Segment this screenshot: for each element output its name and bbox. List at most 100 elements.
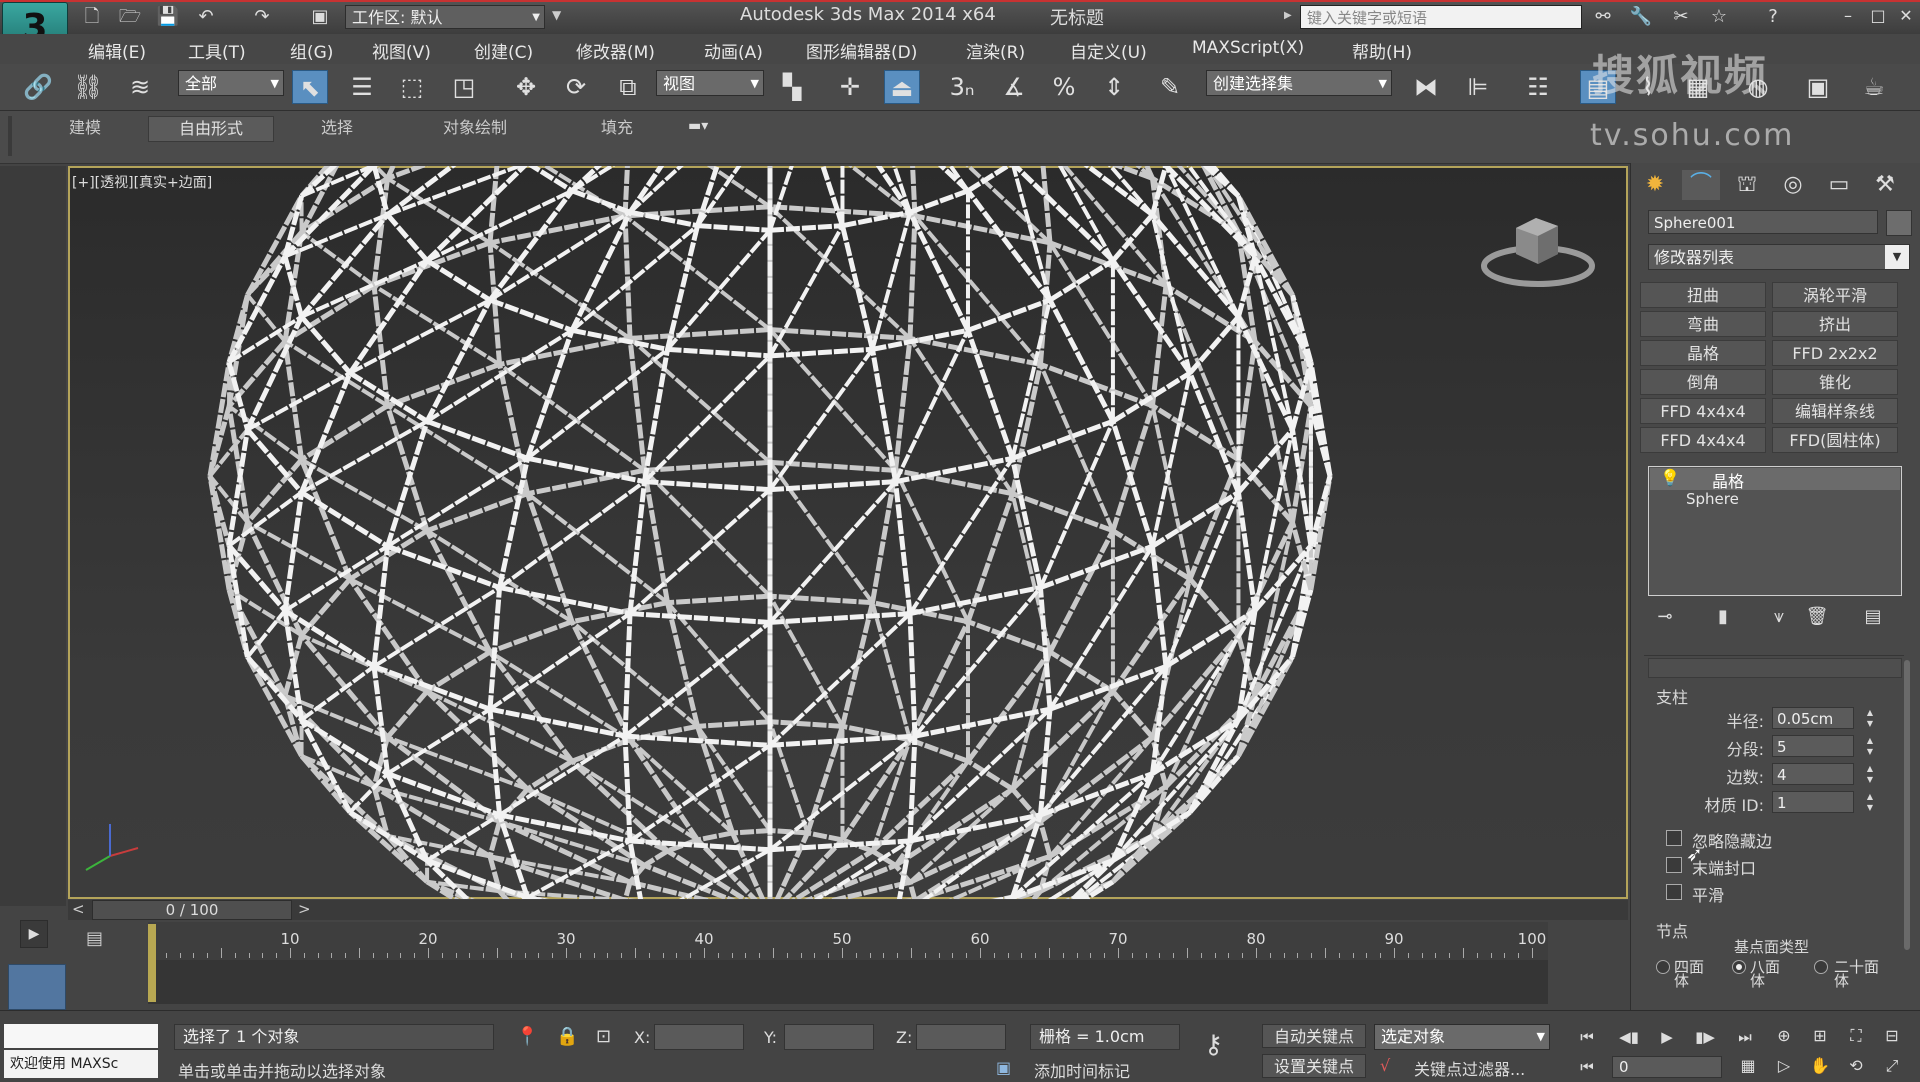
lattice-sphere[interactable] — [68, 166, 1628, 899]
save-icon[interactable]: 💾 — [156, 6, 180, 28]
utilities-tab-icon[interactable]: ⚒ — [1866, 170, 1904, 200]
mirror-icon[interactable]: ⧓ — [1408, 70, 1444, 104]
radio-icosa[interactable] — [1814, 960, 1828, 974]
angle-snap-icon[interactable]: ∡ — [996, 70, 1032, 104]
radius-spinner[interactable]: ▲ ▼ — [1864, 707, 1876, 729]
menu-edit[interactable]: 编辑(E) — [88, 38, 146, 63]
sides-spinner[interactable]: ▲ ▼ — [1864, 763, 1876, 785]
end-caps-checkbox[interactable] — [1666, 857, 1682, 873]
binoculars-icon[interactable]: ⚯ — [1590, 6, 1616, 28]
close-icon[interactable]: ✕ — [1894, 4, 1918, 28]
isolate-selection-icon[interactable]: 📍 — [516, 1026, 538, 1047]
selection-lock-icon[interactable]: 🔒 — [556, 1026, 578, 1047]
bind-to-spacewarp-icon[interactable]: ≋ — [122, 70, 158, 104]
menu-help[interactable]: 帮助(H) — [1352, 38, 1412, 63]
key-mode-dropdown[interactable]: 选定对象 ▼ — [1374, 1024, 1550, 1050]
make-unique-icon[interactable]: ⩛ — [1764, 606, 1794, 630]
go-to-end-icon[interactable]: ⏭ — [1730, 1024, 1760, 1050]
tab-modeling[interactable]: 建模 — [40, 116, 130, 140]
pin-stack-icon[interactable]: ⊸ — [1650, 606, 1680, 630]
create-tab-icon[interactable]: ✹ — [1636, 170, 1674, 200]
modifier-button-taper[interactable]: 锥化 — [1772, 369, 1898, 395]
modifier-button-lattice[interactable]: 晶格 — [1640, 340, 1766, 366]
menu-group[interactable]: 组(G) — [290, 38, 333, 63]
new-file-icon[interactable]: 🗋 — [80, 6, 104, 28]
modifier-button-ffd4-a[interactable]: FFD 4x4x4 — [1640, 398, 1766, 424]
unlink-icon[interactable]: ⛓ — [70, 70, 106, 104]
next-frame-icon[interactable]: ▮▶ — [1690, 1024, 1720, 1050]
selection-filter-dropdown[interactable]: 全部 ▼ — [178, 70, 284, 96]
select-and-link-icon[interactable]: 🔗 — [20, 70, 56, 104]
tab-populate[interactable]: 填充 — [572, 116, 662, 140]
keyboard-shortcut-override-icon[interactable]: ⏏ — [884, 70, 920, 104]
menu-graph-editors[interactable]: 图形编辑器(D) — [806, 38, 917, 63]
go-to-start-icon[interactable]: ⏮ — [1572, 1024, 1602, 1050]
modifier-button-edit-spline[interactable]: 编辑样条线 — [1772, 398, 1898, 424]
select-and-move-icon[interactable]: ✥ — [508, 70, 544, 104]
object-name-field[interactable]: Sphere001 — [1648, 210, 1878, 234]
x-coordinate-field[interactable] — [654, 1024, 744, 1050]
select-by-name-icon[interactable]: ☰ — [344, 70, 380, 104]
add-time-tag[interactable]: 添加时间标记 — [1034, 1058, 1130, 1082]
communication-icon[interactable]: ✂ — [1668, 6, 1694, 28]
maxscript-mini-listener-pink[interactable] — [4, 1024, 158, 1048]
rollout-header[interactable] — [1648, 658, 1902, 678]
pivot-center-icon[interactable]: ▚ — [774, 70, 810, 104]
absolute-mode-icon[interactable]: ⊡ — [596, 1026, 611, 1047]
modifier-button-ffd-cyl[interactable]: FFD(圆柱体) — [1772, 427, 1898, 453]
quick-access-more-icon[interactable]: ▼ — [552, 8, 561, 22]
select-and-scale-icon[interactable]: ⧉ — [610, 70, 646, 104]
select-and-rotate-icon[interactable]: ⟳ — [558, 70, 594, 104]
set-key-button[interactable]: 设置关键点 — [1262, 1054, 1366, 1078]
material-id-spinner[interactable]: ▲ ▼ — [1864, 791, 1876, 813]
spinner-snap-icon[interactable]: ⇕ — [1096, 70, 1132, 104]
segments-field[interactable]: 5 — [1772, 735, 1854, 757]
open-file-icon[interactable]: 🗁 — [118, 6, 142, 28]
configure-modifier-sets-icon[interactable]: ▤ — [1858, 606, 1888, 630]
redo-icon[interactable]: ↷ — [250, 6, 274, 28]
modifier-button-chamfer[interactable]: 倒角 — [1640, 369, 1766, 395]
select-manipulate-icon[interactable]: ✛ — [832, 70, 868, 104]
viewport-label[interactable]: [+][透视][真实+边面] — [72, 172, 212, 192]
object-color-swatch[interactable] — [1886, 210, 1912, 236]
modifier-list-dropdown[interactable]: 修改器列表 ▼ — [1648, 244, 1910, 270]
auto-key-button[interactable]: 自动关键点 — [1262, 1024, 1366, 1048]
menu-modifiers[interactable]: 修改器(M) — [576, 38, 655, 63]
time-playhead[interactable] — [148, 924, 156, 1002]
modifier-button-ffd2[interactable]: FFD 2x2x2 — [1772, 340, 1898, 366]
menu-customize[interactable]: 自定义(U) — [1070, 38, 1147, 63]
time-config-icon[interactable]: ▦ — [1736, 1056, 1760, 1078]
modify-tab-icon[interactable]: ⌒ — [1682, 170, 1720, 200]
zoom-icon[interactable]: ⊕ — [1772, 1026, 1796, 1048]
sides-field[interactable]: 4 — [1772, 763, 1854, 785]
snaps-toggle-icon[interactable]: 3ₙ — [944, 70, 980, 104]
ignore-hidden-checkbox[interactable] — [1666, 830, 1682, 846]
time-prev-icon[interactable]: < — [72, 900, 85, 918]
time-next-icon[interactable]: > — [298, 900, 311, 918]
percent-snap-icon[interactable]: % — [1046, 70, 1082, 104]
radio-tetra[interactable] — [1656, 960, 1670, 974]
tab-object-paint[interactable]: 对象绘制 — [420, 116, 530, 140]
ribbon-options-icon[interactable]: ▬▾ — [688, 118, 708, 134]
subscription-icon[interactable]: 🔧 — [1628, 6, 1654, 28]
stack-item-selected[interactable] — [1650, 468, 1900, 490]
viewcube-icon[interactable] — [1480, 204, 1600, 294]
rectangular-selection-icon[interactable]: ⬚ — [394, 70, 430, 104]
menu-maxscript[interactable]: MAXScript(X) — [1192, 38, 1304, 58]
search-input[interactable]: 键入关键字或短语 — [1300, 5, 1582, 29]
minimize-icon[interactable]: – — [1836, 4, 1860, 28]
open-mini-curve-editor-button[interactable]: ▶ — [20, 920, 48, 948]
time-slider[interactable]: 0 / 100 — [92, 900, 292, 920]
modifier-button-ffd4-b[interactable]: FFD 4x4x4 — [1640, 427, 1766, 453]
segments-spinner[interactable]: ▲ ▼ — [1864, 735, 1876, 757]
smooth-checkbox[interactable] — [1666, 884, 1682, 900]
modifier-button-turbosmooth[interactable]: 涡轮平滑 — [1772, 282, 1898, 308]
align-icon[interactable]: ⊫ — [1460, 70, 1496, 104]
menu-create[interactable]: 创建(C) — [474, 38, 533, 63]
edit-named-selection-icon[interactable]: ✎ — [1152, 70, 1188, 104]
undo-icon[interactable]: ↶ — [194, 6, 218, 28]
maxscript-listener-button[interactable] — [8, 964, 66, 1010]
pan-icon[interactable]: ✋ — [1808, 1056, 1832, 1078]
maximize-viewport-icon[interactable]: ⤢ — [1880, 1056, 1904, 1078]
radius-field[interactable]: 0.05cm — [1772, 707, 1854, 729]
